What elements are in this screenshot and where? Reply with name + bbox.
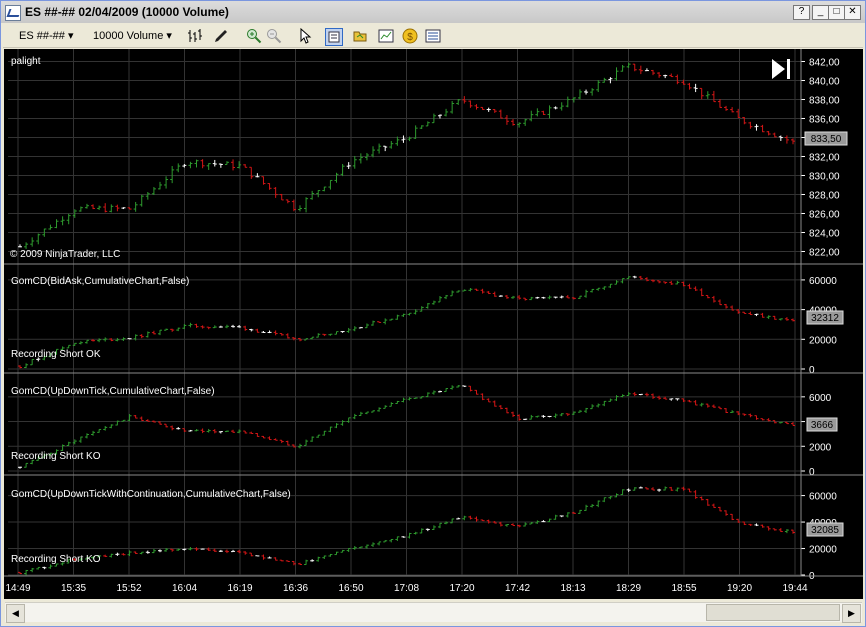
last-value-2: 32312 [811,313,839,324]
value-tick-label: 60000 [809,492,837,503]
value-tick-label: 822,00 [809,248,840,259]
chart-window-icon [5,5,21,21]
data-box-icon[interactable] [325,28,343,46]
time-tick-label: 18:55 [671,583,696,594]
value-tick-label: 6000 [809,393,832,404]
value-tick-label: 828,00 [809,191,840,202]
strategy-icon[interactable] [352,28,368,44]
time-tick-label: 19:44 [782,583,807,594]
zoom-out-icon[interactable] [266,28,282,44]
pointer-icon[interactable] [298,28,314,44]
time-tick-label: 16:04 [172,583,197,594]
panel-2-label: GomCD(BidAsk,CumulativeChart,False) [11,276,189,287]
money-icon[interactable]: $ [402,28,418,44]
bar-type-icon[interactable] [187,28,203,44]
value-tick-label: 0 [809,467,815,478]
value-tick-label: 2000 [809,442,832,453]
zoom-in-icon[interactable] [246,28,262,44]
time-tick-label: 17:20 [449,583,474,594]
last-value-1: 833,50 [811,134,842,145]
maximize-button[interactable]: □ [828,5,845,20]
properties-icon[interactable] [425,28,441,44]
time-tick-label: 14:49 [5,583,30,594]
minimize-button[interactable]: _ [812,5,829,20]
value-tick-label: 20000 [809,335,837,346]
chart-window: ES ##-## 02/04/2009 (10000 Volume) ? _ □… [0,0,866,627]
last-value-badge-1: 833,50 [804,131,848,146]
value-tick-label: 838,00 [809,96,840,107]
panel-4-status: Recording Short KO [11,554,101,565]
chevron-down-icon: ▾ [166,30,172,42]
horizontal-scrollbar[interactable]: ◀ ▶ [5,602,862,623]
performance-icon[interactable] [378,28,394,44]
last-value-badge-3: 3666 [806,417,838,432]
instrument-selector[interactable]: ES ##-## ▾ [19,27,73,45]
value-tick-label: 824,00 [809,229,840,240]
scroll-right-icon[interactable]: ▶ [842,604,861,623]
period-label: 10000 Volume [93,30,164,42]
last-value-3: 3666 [811,420,834,431]
value-tick-label: 842,00 [809,58,840,69]
time-tick-label: 19:20 [727,583,752,594]
period-selector[interactable]: 10000 Volume ▾ [93,27,172,45]
scroll-left-icon[interactable]: ◀ [6,604,25,623]
drawing-tool-icon[interactable] [213,28,229,44]
time-tick-label: 16:50 [338,583,363,594]
copyright-label: © 2009 NinjaTrader, LLC [10,249,120,260]
panel-3-label: GomCD(UpDownTick,CumulativeChart,False) [11,386,215,397]
time-tick-label: 15:52 [116,583,141,594]
value-tick-label: 826,00 [809,210,840,221]
close-button[interactable]: ✕ [844,5,861,20]
toolbar: ES ##-## ▾ 10000 Volume ▾ $ [3,25,863,48]
value-tick-label: 0 [809,365,815,376]
window-title: ES ##-## 02/04/2009 (10000 Volume) [25,5,229,19]
time-tick-label: 17:42 [505,583,530,594]
time-tick-label: 18:29 [616,583,641,594]
last-value-badge-2: 32312 [806,310,844,325]
panel-2-status: Recording Short OK [11,349,101,360]
chart-area[interactable]: 842,00840,00838,00836,00834,00832,00830,… [4,49,863,599]
time-tick-label: 18:13 [560,583,585,594]
value-tick-label: 840,00 [809,77,840,88]
time-tick-label: 16:19 [227,583,252,594]
panel-3-status: Recording Short KO [11,451,101,462]
svg-text:$: $ [407,32,413,43]
panel-4-label: GomCD(UpDownTickWithContinuation,Cumulat… [11,489,291,500]
time-tick-label: 17:08 [394,583,419,594]
instrument-label: ES ##-## [19,30,65,42]
title-bar[interactable]: ES ##-## 02/04/2009 (10000 Volume) ? _ □… [1,1,865,23]
chart-canvas[interactable]: 842,00840,00838,00836,00834,00832,00830,… [4,49,863,599]
last-value-badge-4: 32085 [806,522,844,537]
value-tick-label: 830,00 [809,172,840,183]
time-axis: 14:49 15:35 15:52 16:04 16:19 16:36 16:50 17:08… [5,583,807,594]
panel-1-label: palight [11,56,41,67]
time-tick-label: 15:35 [61,583,86,594]
value-tick-label: 20000 [809,545,837,556]
value-tick-label: 60000 [809,276,837,287]
help-button[interactable]: ? [793,5,810,20]
scrollbar-thumb[interactable] [706,604,840,621]
value-tick-label: 832,00 [809,153,840,164]
last-value-4: 32085 [811,525,839,536]
value-tick-label: 836,00 [809,115,840,126]
time-tick-label: 16:36 [283,583,308,594]
chevron-down-icon: ▾ [67,30,74,42]
